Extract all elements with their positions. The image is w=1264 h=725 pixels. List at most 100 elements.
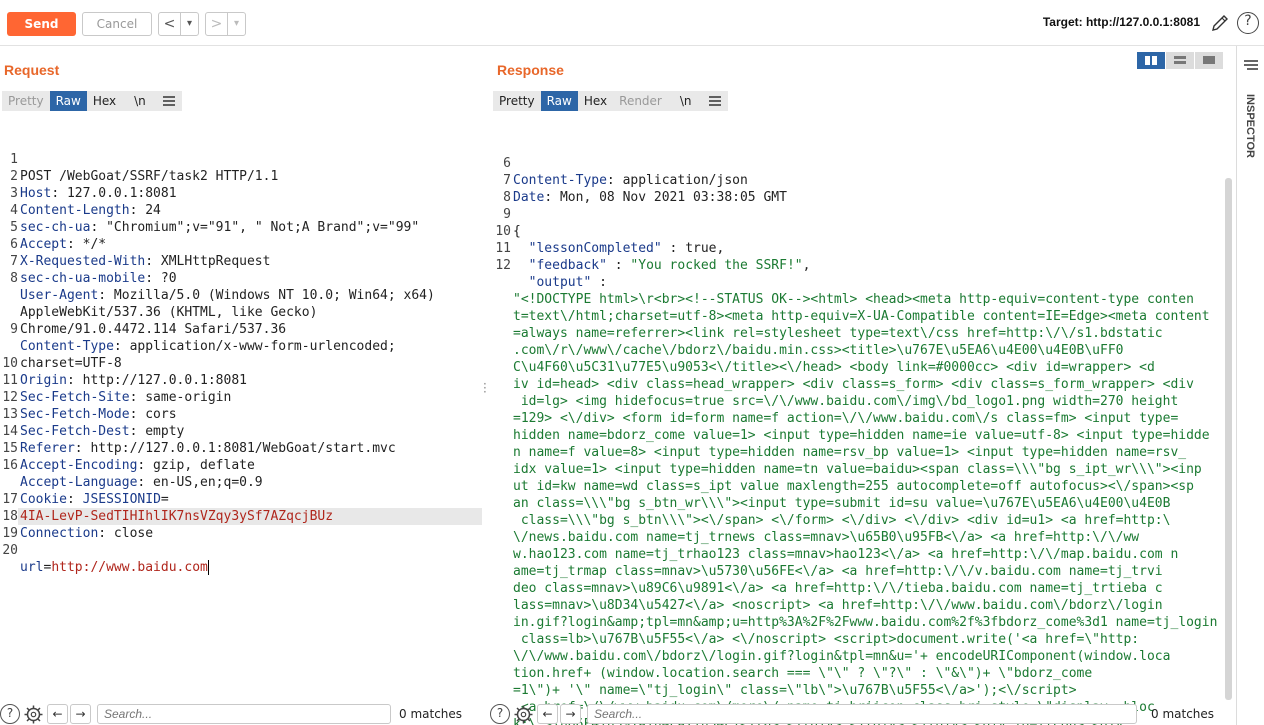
header-value: charset=UTF-8 [20, 356, 122, 371]
response-view-tabs: Pretty Raw Hex Render \n [493, 91, 728, 111]
line-number [493, 682, 511, 699]
gear-icon[interactable] [513, 704, 534, 725]
header-name: Content-Type [513, 173, 607, 188]
line-number [493, 308, 511, 325]
code-line: Chrome/91.0.4472.114 Safari/537.36 [20, 321, 435, 338]
tab-raw[interactable]: Raw [49, 91, 87, 111]
response-search-bar: ? ← → 0 matches [490, 703, 1235, 725]
tab-newline[interactable]: \n [128, 91, 152, 111]
response-editor[interactable]: 6 7 8 9 10 11 12 Content-Type: application/jso… [493, 121, 1223, 725]
help-icon[interactable]: ? [0, 704, 20, 724]
back-history-dropdown[interactable]: ▾ [181, 13, 198, 35]
header-value: POST /WebGoat/SSRF/task2 HTTP/1.1 [20, 169, 279, 184]
tab-hex[interactable]: Hex [578, 91, 613, 111]
line-number: 1 [10, 152, 18, 167]
code-line: Accept: */* [20, 236, 435, 253]
response-search-input[interactable] [587, 704, 1137, 724]
request-title: Request [4, 62, 60, 78]
line-number [493, 665, 511, 682]
help-icon[interactable]: ? [1237, 12, 1259, 34]
line-number [493, 563, 511, 580]
response-title: Response [497, 62, 564, 78]
header-value: : ?0 [145, 271, 177, 286]
header-value: : application/x-www-form-urlencoded; [113, 339, 396, 354]
menu-icon[interactable] [702, 91, 728, 111]
header-name: Accept-Language [20, 475, 138, 490]
next-match-button[interactable]: → [560, 704, 581, 724]
line-number: 2 [10, 169, 18, 184]
line-number: 11 [495, 241, 511, 256]
previous-match-button[interactable]: ← [47, 704, 68, 724]
line-number [493, 478, 511, 495]
header-name: Connection [20, 526, 99, 541]
output-line: hidden name=bdorz_come value=1> <input t… [513, 428, 1210, 443]
line-number [493, 291, 511, 308]
pane-splitter[interactable]: · · · [483, 378, 487, 398]
header-name: Cookie [20, 492, 67, 507]
send-button[interactable]: Send [7, 12, 76, 36]
header-name: Content-Length [20, 203, 130, 218]
line-number [493, 376, 511, 393]
stacked-layout-icon[interactable] [1166, 52, 1194, 69]
output-line: iv id=head> <div class=head_wrapper> <di… [513, 377, 1194, 392]
line-number: 6 [10, 237, 18, 252]
output-line: class=lb>\u767B\u5F55<\/a> <\/noscript> … [513, 632, 1140, 647]
json-punct: , [802, 258, 811, 273]
response-body[interactable]: Content-Type: application/json Date: Mon,… [513, 172, 1217, 725]
code-line: sec-ch-ua-mobile: ?0 [20, 270, 435, 287]
request-body[interactable]: POST /WebGoat/SSRF/task2 HTTP/1.1 Host: 1… [20, 168, 435, 576]
response-scrollbar[interactable] [1225, 178, 1232, 700]
line-number [493, 393, 511, 410]
target-label[interactable]: Target: http://127.0.0.1:8081 [1043, 15, 1200, 29]
forward-history-dropdown[interactable]: ▾ [228, 13, 245, 35]
header-value: : Mozilla/5.0 (Windows NT 10.0; Win64; x… [98, 288, 435, 303]
header-value: : gzip, deflate [137, 458, 255, 473]
output-line: .com\/r\/www\/cache\/bdorz\/baidu.min.cs… [513, 343, 1124, 358]
tab-render[interactable]: Render [613, 91, 668, 111]
header-name: Accept-Encoding [20, 458, 138, 473]
previous-match-button[interactable]: ← [537, 704, 558, 724]
request-line-numbers: 1 2 3 4 5 6 7 8 9 10 11 12 13 14 15 16 17 18 19 20 [0, 151, 18, 559]
request-editor[interactable]: 1 2 3 4 5 6 7 8 9 10 11 12 13 14 15 16 17 18 19 20 POST /We… [0, 117, 483, 575]
forward-button[interactable]: > [206, 13, 228, 35]
tab-raw[interactable]: Raw [540, 91, 578, 111]
header-value: : "Chromium";v="91", " Not;A Brand";v="9… [90, 220, 420, 235]
line-number [493, 631, 511, 648]
line-number [493, 648, 511, 665]
request-search-bar: ? ← → 0 matches [0, 703, 483, 725]
code-line: X-Requested-With: XMLHttpRequest [20, 253, 435, 270]
tab-hex[interactable]: Hex [87, 91, 122, 111]
tab-newline[interactable]: \n [674, 91, 698, 111]
output-line: n name=f value=8> <input type=hidden nam… [513, 445, 1187, 460]
inspector-settings-icon[interactable] [1243, 58, 1259, 72]
side-by-side-layout-icon[interactable] [1137, 52, 1165, 69]
cancel-button[interactable]: Cancel [82, 12, 152, 36]
code-line: 4IA-LevP-SedTIHIhlIK7nsVZqy3ySf7AZqcjBUz [20, 508, 435, 525]
line-number: 6 [503, 156, 511, 171]
output-line: C\u4F60\u5C31\u77E5\u9053<\/title><\/hea… [513, 360, 1155, 375]
back-button[interactable]: < [159, 13, 181, 35]
request-pane: Request Pretty Raw Hex \n 1 2 3 4 5 6 7 8 9 10 11 1… [0, 47, 483, 703]
output-line: \/news.baidu.com name=tj_trnews class=mn… [513, 530, 1140, 545]
tab-pretty[interactable]: Pretty [2, 91, 50, 111]
code-line: "output" : [513, 274, 1217, 291]
gear-icon[interactable] [23, 704, 44, 725]
edit-target-icon[interactable] [1210, 13, 1230, 33]
help-icon[interactable]: ? [490, 704, 510, 724]
code-line: Referer: http://127.0.0.1:8081/WebGoat/s… [20, 440, 435, 457]
request-view-tabs: Pretty Raw Hex \n [2, 91, 182, 111]
next-match-button[interactable]: → [70, 704, 91, 724]
code-line: "lessonCompleted" : true, [513, 240, 1217, 257]
header-name: Origin [20, 373, 67, 388]
request-search-input[interactable] [97, 704, 391, 724]
inspector-tab[interactable]: INSPECTOR [1240, 94, 1262, 174]
header-name: Sec-Fetch-Dest [20, 424, 130, 439]
output-line: "<!DOCTYPE html>\r<br><!--STATUS OK--><h… [513, 292, 1194, 307]
top-toolbar: Send Cancel < ▾ > ▾ Target: http://127.0… [0, 0, 1264, 46]
menu-icon[interactable] [156, 91, 182, 111]
tabbed-layout-icon[interactable] [1195, 52, 1223, 69]
header-value: : close [98, 526, 154, 541]
response-match-count: 0 matches [1151, 707, 1215, 721]
tab-pretty[interactable]: Pretty [493, 91, 541, 111]
header-value: : cors [129, 407, 177, 422]
